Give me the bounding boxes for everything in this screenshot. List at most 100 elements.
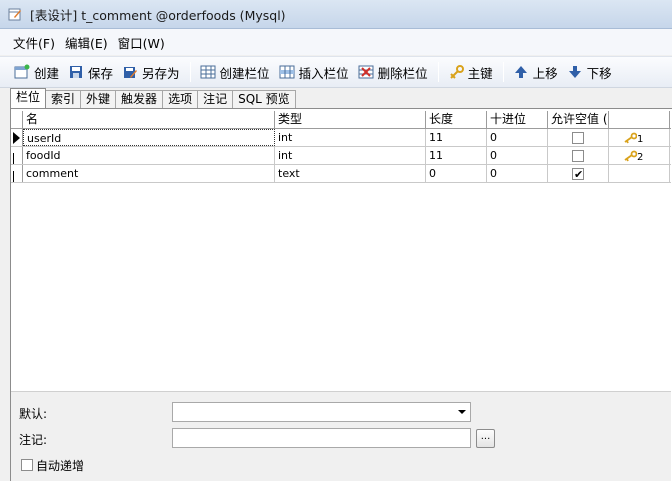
nullable-checkbox[interactable]	[572, 150, 584, 162]
row-indicator-header	[11, 111, 23, 128]
create-button-label: 创建	[34, 65, 60, 81]
tab-fields[interactable]: 栏位	[10, 88, 47, 108]
field-type-cell[interactable]: int	[275, 129, 426, 146]
field-key-cell[interactable]: 2	[609, 147, 670, 164]
menu-edit[interactable]: 编辑(E)	[60, 33, 113, 52]
key-icon	[449, 65, 464, 79]
field-decimals-cell[interactable]: 0	[487, 129, 548, 146]
browse-comment-button[interactable]: ...	[476, 429, 495, 448]
save-button[interactable]: 保存	[64, 60, 117, 84]
create-column-button-label: 创建栏位	[219, 65, 270, 81]
field-nullable-cell	[548, 147, 609, 164]
row-indicator	[11, 147, 23, 164]
move-down-button[interactable]: 下移	[563, 60, 616, 84]
grid-header: 名 类型 长度 十进位 允许空值 (	[11, 111, 671, 129]
field-decimals-cell[interactable]: 0	[487, 147, 548, 164]
nullable-checkbox[interactable]	[572, 132, 584, 144]
field-nullable-cell: ✔	[548, 165, 609, 182]
toolbar-separator	[189, 62, 191, 82]
menu-bar: 文件(F) 编辑(E) 窗口(W)	[0, 29, 672, 55]
insert-column-button-label: 插入栏位	[298, 65, 349, 81]
insert-column-button[interactable]: 插入栏位	[275, 60, 353, 84]
arrow-down-icon	[568, 66, 581, 78]
column-header-decimals[interactable]: 十进位	[487, 111, 548, 128]
row-indicator	[11, 165, 23, 182]
toolbar-separator	[437, 62, 439, 82]
create-column-button[interactable]: 创建栏位	[196, 60, 274, 84]
delete-column-button[interactable]: 删除栏位	[354, 60, 432, 84]
column-header-nullable[interactable]: 允许空值 (	[548, 111, 609, 128]
tab-options[interactable]: 选项	[162, 90, 199, 108]
tab-sql-preview[interactable]: SQL 预览	[232, 90, 296, 108]
default-value-select[interactable]	[172, 402, 471, 422]
tab-foreign-keys[interactable]: 外键	[80, 90, 117, 108]
floppy-disk-icon	[70, 66, 83, 78]
column-header-key[interactable]	[609, 111, 670, 128]
key-icon	[624, 132, 637, 143]
auto-increment-checkbox[interactable]	[21, 459, 33, 471]
title-bar: [表设计] t_comment @orderfoods (Mysql)	[0, 0, 672, 29]
insert-column-icon	[279, 65, 295, 79]
field-decimals-cell[interactable]: 0	[487, 165, 548, 182]
row-indicator	[11, 129, 23, 146]
toolbar-separator	[502, 62, 504, 82]
table-row[interactable]: userId int 11 0 1	[11, 129, 671, 147]
chevron-down-icon	[458, 410, 466, 414]
save-button-label: 保存	[88, 65, 114, 81]
window-title: [表设计] t_comment @orderfoods (Mysql)	[30, 7, 286, 23]
table-row[interactable]: foodId int 11 0 2	[11, 147, 671, 165]
menu-window[interactable]: 窗口(W)	[113, 33, 170, 52]
field-name-cell[interactable]: userId	[23, 129, 275, 146]
save-as-icon	[124, 67, 138, 78]
default-label: 默认:	[19, 407, 48, 421]
key-icon	[624, 150, 637, 161]
column-header-type[interactable]: 类型	[275, 111, 426, 128]
save-as-button-label: 另存为	[142, 65, 180, 81]
menu-file[interactable]: 文件(F)	[8, 33, 60, 52]
nullable-checkbox[interactable]: ✔	[572, 168, 584, 181]
column-header-name[interactable]: 名	[23, 111, 275, 128]
field-length-cell[interactable]: 11	[426, 129, 487, 146]
tab-comment[interactable]: 注记	[197, 90, 234, 108]
field-length-cell[interactable]: 11	[426, 147, 487, 164]
delete-column-button-label: 删除栏位	[377, 65, 428, 81]
create-button[interactable]: 创建	[10, 60, 63, 84]
check-mark-icon: ✔	[574, 168, 584, 181]
column-header-length[interactable]: 长度	[426, 111, 487, 128]
tab-strip: 栏位 索引 外键 触发器 选项 注记 SQL 预览	[10, 88, 672, 108]
table-design-icon	[8, 8, 21, 21]
primary-key-button[interactable]: 主键	[444, 60, 497, 84]
auto-increment-label: 自动递增	[36, 459, 85, 473]
field-type-cell[interactable]: text	[275, 165, 426, 182]
field-key-cell[interactable]: 1	[609, 129, 670, 146]
field-type-cell[interactable]: int	[275, 147, 426, 164]
field-name-cell[interactable]: foodId	[23, 147, 275, 164]
move-up-button[interactable]: 上移	[509, 60, 562, 84]
move-up-button-label: 上移	[532, 65, 558, 81]
new-table-icon	[14, 64, 30, 79]
arrow-up-icon	[514, 66, 527, 78]
field-nullable-cell	[548, 129, 609, 146]
fields-panel: 名 类型 长度 十进位 允许空值 ( userId int 11 0 1 foo…	[10, 108, 672, 481]
comment-label: 注记:	[19, 433, 48, 447]
field-length-cell[interactable]: 0	[426, 165, 487, 182]
table-row[interactable]: comment text 0 0 ✔	[11, 165, 671, 183]
tab-triggers[interactable]: 触发器	[115, 90, 164, 108]
row-indicator-mark	[13, 153, 14, 164]
key-order: 2	[637, 152, 644, 163]
field-name-cell[interactable]: comment	[23, 165, 275, 182]
row-indicator-mark	[13, 171, 14, 182]
toolbar: 创建 保存 另存为 创建栏位 插入栏位 删除栏位 主键 上移 下移	[0, 56, 672, 88]
field-properties: 默认: 注记: ... 自动递增	[11, 391, 671, 481]
tab-indexes[interactable]: 索引	[45, 90, 82, 108]
current-row-arrow-icon	[13, 132, 20, 144]
create-column-icon	[200, 65, 216, 79]
save-as-button[interactable]: 另存为	[118, 60, 184, 84]
delete-column-icon	[358, 65, 374, 79]
move-down-button-label: 下移	[586, 65, 612, 81]
field-key-cell[interactable]	[609, 165, 670, 182]
fields-grid: 名 类型 长度 十进位 允许空值 ( userId int 11 0 1 foo…	[11, 111, 671, 183]
key-order: 1	[637, 134, 644, 145]
comment-input[interactable]	[172, 428, 471, 448]
primary-key-button-label: 主键	[467, 65, 493, 81]
